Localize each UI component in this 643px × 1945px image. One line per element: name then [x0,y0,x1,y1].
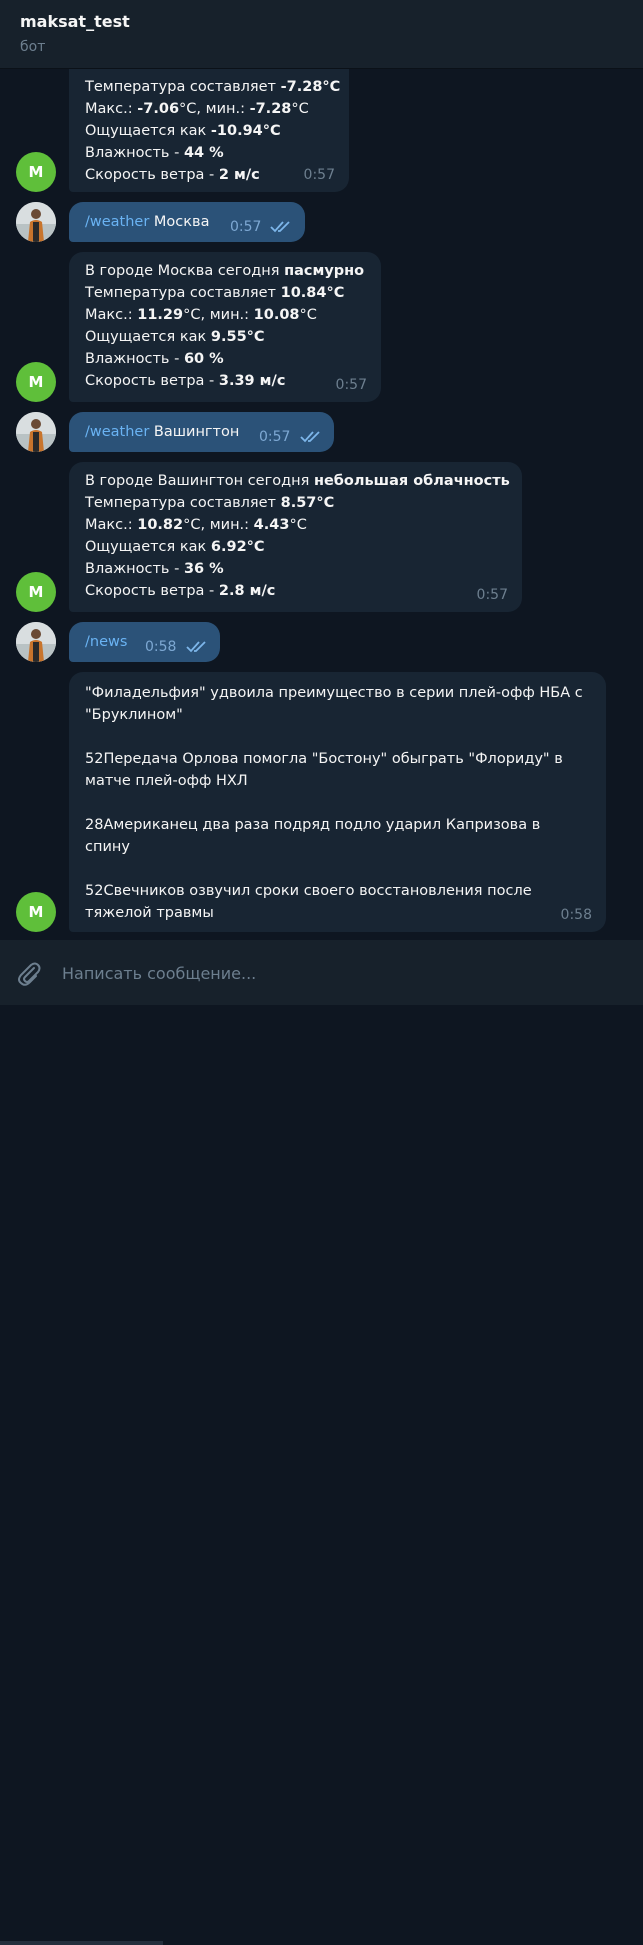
bot-message: В городе Вашингтон сегодня небольшая обл… [69,462,522,612]
message-time: 0:57 [303,167,335,183]
user-photo-icon [16,202,56,242]
message-list[interactable]: Температура составляет -7.28°C Макс.: -7… [0,68,643,940]
bot-message: В городе Москва сегодня пасмурно Темпера… [69,252,381,402]
message-line: Макс.: 10.82°C, мин.: 4.43°C [85,517,307,533]
chat-title[interactable]: maksat_test [20,12,130,31]
message-line: Макс.: -7.06°C, мин.: -7.28°C [85,101,309,117]
message-line: Температура составляет 10.84°C [85,285,345,301]
news-item: 52Свечников озвучил сроки своего восстан… [85,883,532,921]
message-time: 0:58 [560,907,592,923]
message-line: В городе Вашингтон сегодня небольшая обл… [85,473,510,489]
read-checkmarks-icon [270,221,290,233]
user-avatar[interactable] [16,622,56,662]
chat-subtitle: бот [20,39,46,55]
user-photo-icon [16,412,56,452]
message-line: Влажность - 36 % [85,561,224,577]
attach-icon[interactable] [14,959,42,987]
message-time: 0:57 [259,429,291,445]
command-link[interactable]: /news [85,634,127,650]
message-time: 0:57 [476,587,508,603]
composer-bar [0,940,643,1945]
message-line: Влажность - 60 % [85,351,224,367]
user-message: /weather Москва 0:57 [69,202,305,242]
message-time: 0:57 [335,377,367,393]
bot-avatar[interactable]: M [16,572,56,612]
command-link[interactable]: /weather [85,214,149,230]
message-line: Скорость ветра - 3.39 м/с [85,373,286,389]
message-line: В городе Москва сегодня пасмурно [85,263,365,279]
read-checkmarks-icon [186,641,206,653]
user-avatar[interactable] [16,202,56,242]
news-item: "Филадельфия" удвоила преимущество в сер… [85,685,583,723]
message-line: Ощущается как 6.92°C [85,539,265,555]
user-avatar[interactable] [16,412,56,452]
message-time: 0:57 [230,219,262,235]
message-line: Макс.: 11.29°C, мин.: 10.08°C [85,307,317,323]
bot-avatar[interactable]: M [16,362,56,402]
message-line: Температура составляет -7.28°C [85,79,341,95]
message-line: Температура составляет 8.57°C [85,495,335,511]
message-input[interactable] [60,958,624,988]
bot-message: Температура составляет -7.28°C Макс.: -7… [69,68,349,192]
user-message: /weather Вашингтон 0:57 [69,412,334,452]
bot-avatar[interactable]: M [16,152,56,192]
message-line: Ощущается как 9.55°C [85,329,265,345]
message-line: Влажность - 44 % [85,145,224,161]
bot-news-message: "Филадельфия" удвоила преимущество в сер… [69,672,606,932]
read-checkmarks-icon [300,431,320,443]
chat-header[interactable]: maksat_test бот [0,0,643,69]
news-item: 28Американец два раза подряд подло удари… [85,817,541,855]
message-time: 0:58 [145,639,177,655]
message-line: Скорость ветра - 2.8 м/с [85,583,276,599]
message-line: Ощущается как -10.94°C [85,123,281,139]
user-photo-icon [16,622,56,662]
command-link[interactable]: /weather [85,424,149,440]
bot-avatar[interactable]: M [16,892,56,932]
news-item: 52Передача Орлова помогла "Бостону" обыг… [85,751,563,789]
user-message: /news 0:58 [69,622,220,662]
scrollbar-strip [0,1941,163,1945]
message-line: Скорость ветра - 2 м/с [85,167,260,183]
